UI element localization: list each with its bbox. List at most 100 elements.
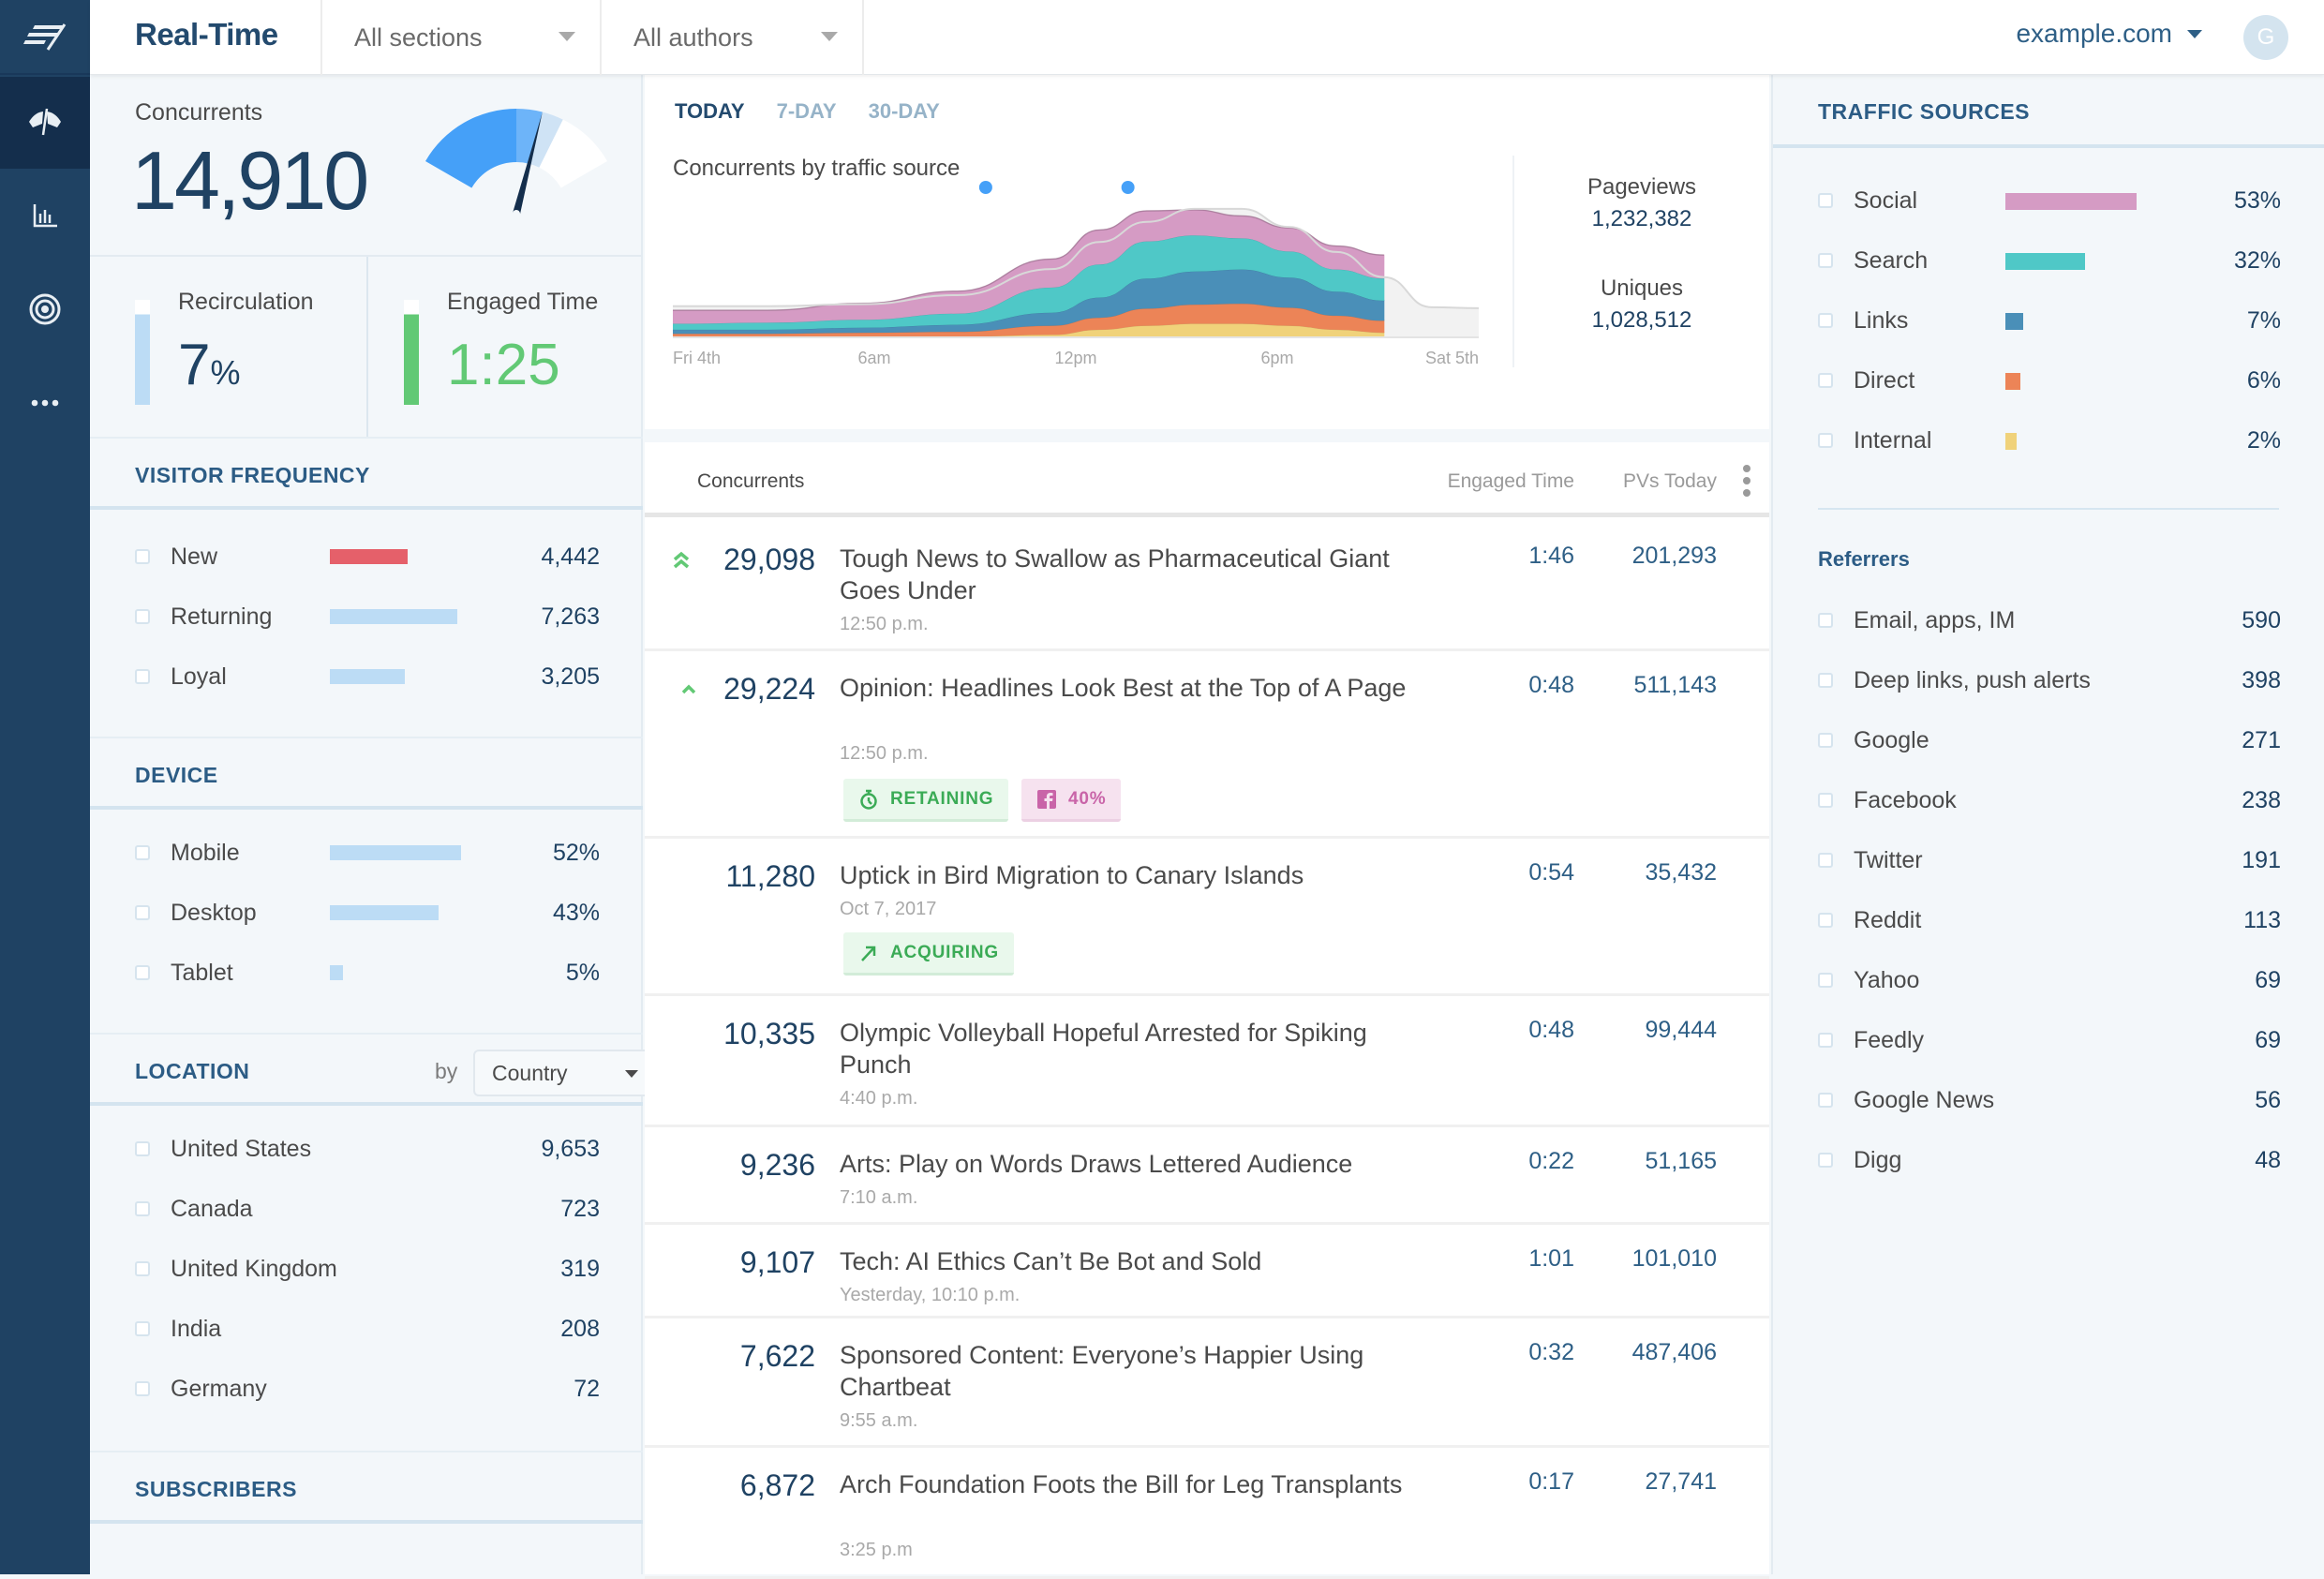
checkbox[interactable] [135,1261,150,1276]
article-title[interactable]: Arts: Play on Words Draws Lettered Audie… [840,1148,1439,1180]
tab-30-day[interactable]: 30-DAY [869,99,940,124]
top-header: Real-Time All sections All authors examp… [90,0,2324,75]
checkbox[interactable] [135,1141,150,1156]
sidebar-item-goals[interactable] [0,272,90,347]
article-row[interactable]: 9,107 Tech: AI Ethics Can’t Be Bot and So… [645,1225,1769,1318]
location-row[interactable]: United Kingdom 319 [135,1250,600,1288]
column-header-concurrents[interactable]: Concurrents [697,470,804,493]
article-title[interactable]: Tech: AI Ethics Can’t Be Bot and Sold [840,1245,1439,1277]
referrer-row[interactable]: Twitter 191 [1818,842,2281,879]
checkbox[interactable] [135,1381,150,1396]
checkbox[interactable] [135,549,150,564]
location-row[interactable]: Germany 72 [135,1370,600,1408]
checkbox[interactable] [1818,973,1833,988]
event-marker[interactable] [978,181,992,194]
checkbox[interactable] [1818,1153,1833,1168]
checkbox[interactable] [1818,373,1833,388]
article-row[interactable]: 7,622 Sponsored Content: Everyone’s Happi… [645,1318,1769,1448]
event-marker[interactable] [1121,181,1135,194]
retaining-badge[interactable]: RETAINING [843,779,1009,822]
checkbox[interactable] [135,965,150,980]
checkbox[interactable] [1818,793,1833,808]
article-row[interactable]: 10,335 Olympic Volleyball Hopeful Arreste… [645,996,1769,1127]
sidebar-logo[interactable] [0,0,90,75]
sidebar-item-reports[interactable] [0,178,90,253]
column-header-pvs-today[interactable]: PVs Today [1623,470,1717,493]
checkbox[interactable] [135,845,150,860]
tab-7-day[interactable]: 7-DAY [777,99,837,124]
checkbox[interactable] [1818,313,1833,328]
checkbox[interactable] [1818,193,1833,208]
row-bar [2005,193,2137,210]
article-title[interactable]: Opinion: Headlines Look Best at the Top … [840,672,1439,704]
article-title[interactable]: Arch Foundation Foots the Bill for Leg T… [840,1468,1439,1500]
authors-dropdown[interactable]: All authors [600,0,864,75]
facebook-badge[interactable]: 40% [1021,779,1122,822]
site-selector[interactable]: example.com [2016,19,2202,49]
sidebar-item-real-time[interactable] [0,77,90,169]
checkbox[interactable] [135,1201,150,1216]
referrer-row[interactable]: Google News 56 [1818,1081,2281,1119]
traffic-source-row[interactable]: Internal 2% [1818,422,2281,459]
article-title[interactable]: Olympic Volleyball Hopeful Arrested for … [840,1017,1439,1080]
device-row[interactable]: Mobile 52% [135,834,600,871]
more-vertical-icon[interactable] [1743,465,1750,501]
article-engaged-time: 0:32 [1528,1339,1574,1365]
referrer-row[interactable]: Email, apps, IM 590 [1818,602,2281,639]
avatar[interactable]: G [2243,15,2288,60]
visitor-frequency-row[interactable]: Returning 7,263 [135,598,600,635]
device-row[interactable]: Desktop 43% [135,894,600,931]
article-row[interactable]: 6,872 Arch Foundation Foots the Bill for … [645,1448,1769,1579]
device-row[interactable]: Tablet 5% [135,954,600,991]
referrer-row[interactable]: Facebook 238 [1818,782,2281,819]
checkbox[interactable] [135,609,150,624]
article-row[interactable]: 29,224 Opinion: Headlines Look Best at th… [645,651,1769,839]
article-title[interactable]: Uptick in Bird Migration to Canary Islan… [840,859,1439,891]
referrer-row[interactable]: Reddit 113 [1818,901,2281,939]
site-name: example.com [2016,19,2172,48]
tab-today[interactable]: TODAY [675,99,745,124]
checkbox[interactable] [135,1321,150,1336]
checkbox[interactable] [1818,613,1833,628]
chevron-down-icon [559,32,575,41]
checkbox[interactable] [1818,853,1833,868]
referrer-row[interactable]: Deep links, push alerts 398 [1818,662,2281,699]
checkbox[interactable] [1818,433,1833,448]
traffic-source-row[interactable]: Direct 6% [1818,362,2281,399]
location-row[interactable]: Canada 723 [135,1190,600,1228]
checkbox[interactable] [1818,733,1833,748]
location-row[interactable]: India 208 [135,1310,600,1348]
article-title[interactable]: Tough News to Swallow as Pharmaceutical … [840,543,1439,606]
article-row[interactable]: 11,280 Uptick in Bird Migration to Canary… [645,839,1769,996]
checkbox[interactable] [135,669,150,684]
article-row[interactable]: 9,236 Arts: Play on Words Draws Lettered … [645,1127,1769,1225]
checkbox[interactable] [1818,253,1833,268]
checkbox[interactable] [1818,1033,1833,1048]
location-group-dropdown[interactable]: Country [473,1050,659,1096]
traffic-source-row[interactable]: Social 53% [1818,182,2281,219]
row-label: Search [1854,246,1929,274]
checkbox[interactable] [1818,913,1833,928]
checkbox[interactable] [1818,1093,1833,1108]
article-row[interactable]: 29,098 Tough News to Swallow as Pharmaceu… [645,522,1769,651]
traffic-source-chart: Fri 4th 6am 12pm 6pm Sat 5th [673,181,1479,367]
location-row[interactable]: United States 9,653 [135,1130,600,1168]
referrer-row[interactable]: Feedly 69 [1818,1021,2281,1059]
traffic-source-row[interactable]: Links 7% [1818,302,2281,339]
article-title[interactable]: Sponsored Content: Everyone’s Happier Us… [840,1339,1439,1403]
sections-dropdown[interactable]: All sections [320,0,600,75]
acquiring-badge[interactable]: ACQUIRING [843,932,1014,976]
column-header-engaged-time[interactable]: Engaged Time [1448,470,1574,493]
referrer-row[interactable]: Digg 48 [1818,1141,2281,1179]
referrer-row[interactable]: Google 271 [1818,722,2281,759]
referrer-row[interactable]: Yahoo 69 [1818,961,2281,999]
pageviews-value: 1,232,382 [1591,206,1692,231]
visitor-frequency-row[interactable]: New 4,442 [135,538,600,575]
visitor-frequency-row[interactable]: Loyal 3,205 [135,658,600,695]
traffic-source-row[interactable]: Search 32% [1818,242,2281,279]
checkbox[interactable] [1818,673,1833,688]
checkbox[interactable] [135,905,150,920]
row-bar [2005,313,2023,330]
section-title[interactable]: SUBSCRIBERS [135,1477,297,1502]
sidebar-item-more[interactable] [0,365,90,440]
